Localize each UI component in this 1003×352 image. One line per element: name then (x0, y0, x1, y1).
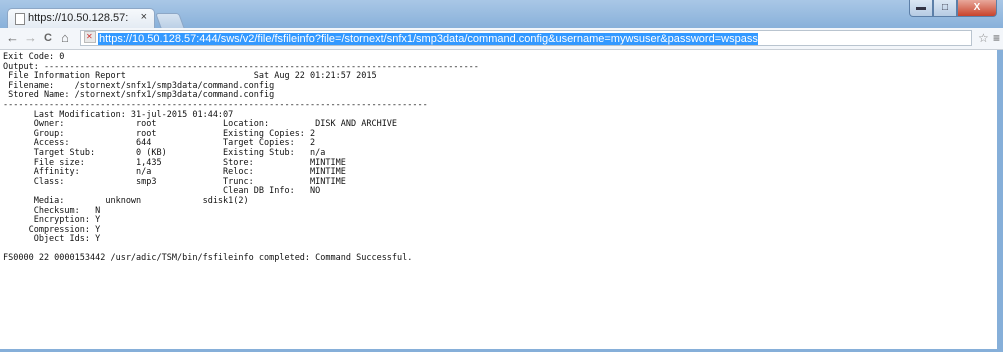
report-line: Access: 644 Target Copies: 2 (3, 138, 316, 149)
report-line: Exit Code: 0 (3, 52, 65, 62)
browser-window: https://10.50.128.57: × ▬ □ X ← → C ⌂ ht… (0, 0, 1003, 352)
maximize-button[interactable]: □ (933, 0, 957, 17)
report-line: Output: --------------------------------… (3, 61, 479, 72)
report-line: Clean DB Info: NO (3, 186, 321, 197)
security-warning-icon[interactable] (84, 31, 96, 44)
page-content: Exit Code: 0 Output: -------------------… (0, 50, 1000, 349)
menu-icon[interactable]: ≡ (993, 31, 1000, 45)
address-bar[interactable]: https://10.50.128.57:444/sws/v2/file/fsf… (80, 30, 972, 46)
report-line: Encryption: Y (3, 215, 101, 226)
report-line: Compression: Y (3, 224, 101, 235)
window-controls: ▬ □ X (909, 0, 997, 18)
report-line: Media: unknown sdisk1(2) (3, 195, 249, 206)
report-line: File size: 1,435 Store: MINTIME (3, 157, 346, 168)
home-icon[interactable]: ⌂ (61, 30, 69, 45)
report-line: Filename: /stornext/snfx1/smp3data/comma… (3, 80, 275, 91)
report-line: Object Ids: Y (3, 234, 101, 245)
report-line: Group: root Existing Copies: 2 (3, 128, 316, 139)
reload-icon[interactable]: C (44, 32, 52, 44)
tab-title: https://10.50.128.57: (28, 12, 129, 24)
report-line: Stored Name: /stornext/snfx1/smp3data/co… (3, 90, 275, 101)
report-line: ----------------------------------------… (3, 99, 428, 110)
report-line: Class: smp3 Trunc: MINTIME (3, 176, 346, 187)
report-line: Checksum: N (3, 205, 101, 216)
url-text[interactable]: https://10.50.128.57:444/sws/v2/file/fsf… (98, 33, 758, 45)
title-bar: https://10.50.128.57: × ▬ □ X (0, 0, 1003, 29)
minimize-button[interactable]: ▬ (909, 0, 933, 17)
page-icon (15, 13, 25, 25)
browser-tab[interactable]: https://10.50.128.57: × (7, 8, 155, 28)
report-line: Owner: root Location: DISK AND ARCHIVE (3, 119, 398, 130)
fsfileinfo-output: Exit Code: 0 Output: -------------------… (0, 50, 997, 264)
report-line: FS0000 22 0000153442 /usr/adic/TSM/bin/f… (3, 253, 413, 264)
close-window-button[interactable]: X (957, 0, 997, 17)
report-line: Affinity: n/a Reloc: MINTIME (3, 167, 346, 178)
tab-close-icon[interactable]: × (141, 11, 147, 23)
forward-icon[interactable]: → (24, 30, 37, 45)
back-icon[interactable]: ← (6, 30, 19, 45)
report-line: Last Modification: 31-jul-2015 01:44:07 (3, 109, 234, 120)
browser-toolbar: ← → C ⌂ https://10.50.128.57:444/sws/v2/… (0, 28, 1003, 50)
report-line: File Information Report Sat Aug 22 01:21… (3, 71, 377, 82)
bookmark-star-icon[interactable]: ☆ (978, 31, 989, 45)
report-line: Target Stub: 0 (KB) Existing Stub: n/a (3, 147, 326, 158)
new-tab-button[interactable] (155, 13, 185, 29)
